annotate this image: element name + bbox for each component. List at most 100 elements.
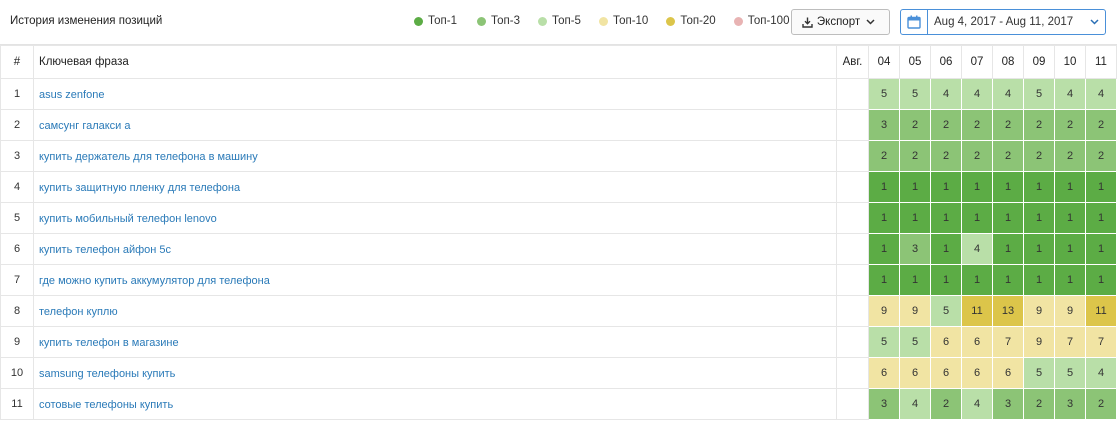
table-row: 9 купить телефон в магазине 5 5 6 6 7 9 7 7 xyxy=(0,326,1117,358)
position-cell: 13 xyxy=(992,295,1024,327)
keyword-cell: сотовые телефоны купить xyxy=(33,388,837,420)
position-cell: 1 xyxy=(961,171,993,203)
position-cell: 7 xyxy=(992,326,1024,358)
legend-dot-icon xyxy=(414,16,423,26)
legend-item-top5: Топ-5 xyxy=(537,15,581,27)
position-cell: 11 xyxy=(961,295,993,327)
legend-label: Топ-20 xyxy=(680,15,716,27)
row-number: 11 xyxy=(0,388,34,420)
download-icon xyxy=(802,17,813,28)
keyword-link[interactable]: купить защитную пленку для телефона xyxy=(39,182,240,194)
avg-cell xyxy=(836,357,869,389)
legend-item-top3: Топ-3 xyxy=(476,15,520,27)
keyword-cell: телефон куплю xyxy=(33,295,837,327)
col-header-day: 07 xyxy=(961,45,993,79)
position-cell: 2 xyxy=(1023,388,1055,420)
position-cell: 1 xyxy=(992,202,1024,234)
avg-cell xyxy=(836,171,869,203)
keyword-cell: где можно купить аккумулятор для телефон… xyxy=(33,264,837,296)
position-cell: 1 xyxy=(1023,233,1055,265)
position-cell: 3 xyxy=(868,109,900,141)
keyword-link[interactable]: купить телефон айфон 5с xyxy=(39,244,171,256)
position-cell: 6 xyxy=(992,357,1024,389)
position-cell: 2 xyxy=(992,140,1024,172)
position-cell: 4 xyxy=(899,388,931,420)
position-cell: 1 xyxy=(1085,171,1117,203)
position-cell: 2 xyxy=(961,109,993,141)
keyword-link[interactable]: телефон куплю xyxy=(39,306,118,318)
position-cell: 6 xyxy=(868,357,900,389)
legend-item-top20: Топ-20 xyxy=(666,15,716,27)
row-number: 5 xyxy=(0,202,34,234)
position-cell: 4 xyxy=(961,233,993,265)
position-cell: 4 xyxy=(992,78,1024,110)
position-cell: 6 xyxy=(899,357,931,389)
col-header-day: 10 xyxy=(1054,45,1086,79)
keyword-link[interactable]: сотовые телефоны купить xyxy=(39,399,173,411)
chevron-down-icon xyxy=(1089,19,1099,25)
col-header-num: # xyxy=(0,45,34,79)
position-cell: 1 xyxy=(930,233,962,265)
position-cell: 6 xyxy=(930,357,962,389)
legend-label: Топ-5 xyxy=(551,15,581,27)
table-row: 2 самсунг галакси а32222222 xyxy=(0,109,1117,141)
position-cell: 3 xyxy=(992,388,1024,420)
positions-table: # Ключевая фраза Авг. 04 05 06 07 08 09 … xyxy=(0,45,1117,420)
legend: Топ-1 Топ-3 Топ-5 Топ-10 Топ-20 Топ-100 xyxy=(414,15,807,27)
calendar-icon xyxy=(907,15,921,29)
position-cell: 4 xyxy=(961,78,993,110)
position-cell: 1 xyxy=(930,264,962,296)
row-number: 6 xyxy=(0,233,34,265)
keyword-cell: samsung телефоны купить xyxy=(33,357,837,389)
calendar-button[interactable] xyxy=(901,10,928,34)
keyword-link[interactable]: samsung телефоны купить xyxy=(39,368,175,380)
table-row: 6 купить телефон айфон 5с 1 3 1 4 1 1 1 1 xyxy=(0,233,1117,265)
position-cell: 1 xyxy=(961,202,993,234)
keyword-cell: купить держатель для телефона в машину xyxy=(33,140,837,172)
legend-dot-icon xyxy=(537,16,547,26)
row-number: 8 xyxy=(0,295,34,327)
keyword-link[interactable]: купить держатель для телефона в машину xyxy=(39,151,258,163)
position-cell: 1 xyxy=(1054,202,1086,234)
legend-label: Топ-3 xyxy=(490,15,520,27)
position-cell: 9 xyxy=(1023,326,1055,358)
keyword-link[interactable]: где можно купить аккумулятор для телефон… xyxy=(39,275,270,287)
col-header-day: 06 xyxy=(930,45,962,79)
avg-cell xyxy=(836,326,869,358)
col-header-day: 09 xyxy=(1023,45,1055,79)
chevron-down-icon xyxy=(866,19,875,25)
keyword-link[interactable]: самсунг галакси а xyxy=(39,120,131,132)
position-cell: 1 xyxy=(1054,264,1086,296)
position-cell: 2 xyxy=(930,109,962,141)
keyword-link[interactable]: asus zenfone xyxy=(39,89,104,101)
position-cell: 1 xyxy=(1023,171,1055,203)
position-cell: 1 xyxy=(899,264,931,296)
position-cell: 4 xyxy=(930,78,962,110)
position-cell: 1 xyxy=(992,171,1024,203)
legend-label: Топ-1 xyxy=(428,15,457,27)
position-cell: 1 xyxy=(961,264,993,296)
position-cell: 4 xyxy=(961,388,993,420)
position-cell: 9 xyxy=(899,295,931,327)
position-cell: 11 xyxy=(1085,295,1117,327)
position-cell: 1 xyxy=(1085,264,1117,296)
table-header-row: # Ключевая фраза Авг. 04 05 06 07 08 09 … xyxy=(0,45,1117,79)
position-cell: 1 xyxy=(1023,202,1055,234)
keyword-link[interactable]: купить телефон в магазине xyxy=(39,337,179,349)
col-header-day: 08 xyxy=(992,45,1024,79)
position-cell: 2 xyxy=(1085,140,1117,172)
date-range-picker[interactable]: Aug 4, 2017 - Aug 11, 2017 xyxy=(900,9,1106,35)
col-header-avg: Авг. xyxy=(836,45,869,79)
date-dropdown-toggle[interactable] xyxy=(1083,19,1105,25)
avg-cell xyxy=(836,109,869,141)
position-cell: 2 xyxy=(930,388,962,420)
position-cell: 3 xyxy=(868,388,900,420)
avg-cell xyxy=(836,233,869,265)
position-cell: 1 xyxy=(992,233,1024,265)
position-cell: 6 xyxy=(961,357,993,389)
keyword-link[interactable]: купить мобильный телефон lenovo xyxy=(39,213,217,225)
table-row: 11 сотовые телефоны купить 3 4 2 4 3 2 3 2 xyxy=(0,388,1117,420)
position-cell: 1 xyxy=(899,171,931,203)
table-row: 1 asus zenfone 5 5 4 4 4 5 4 4 xyxy=(0,78,1117,110)
export-button[interactable]: Экспорт xyxy=(791,9,890,35)
